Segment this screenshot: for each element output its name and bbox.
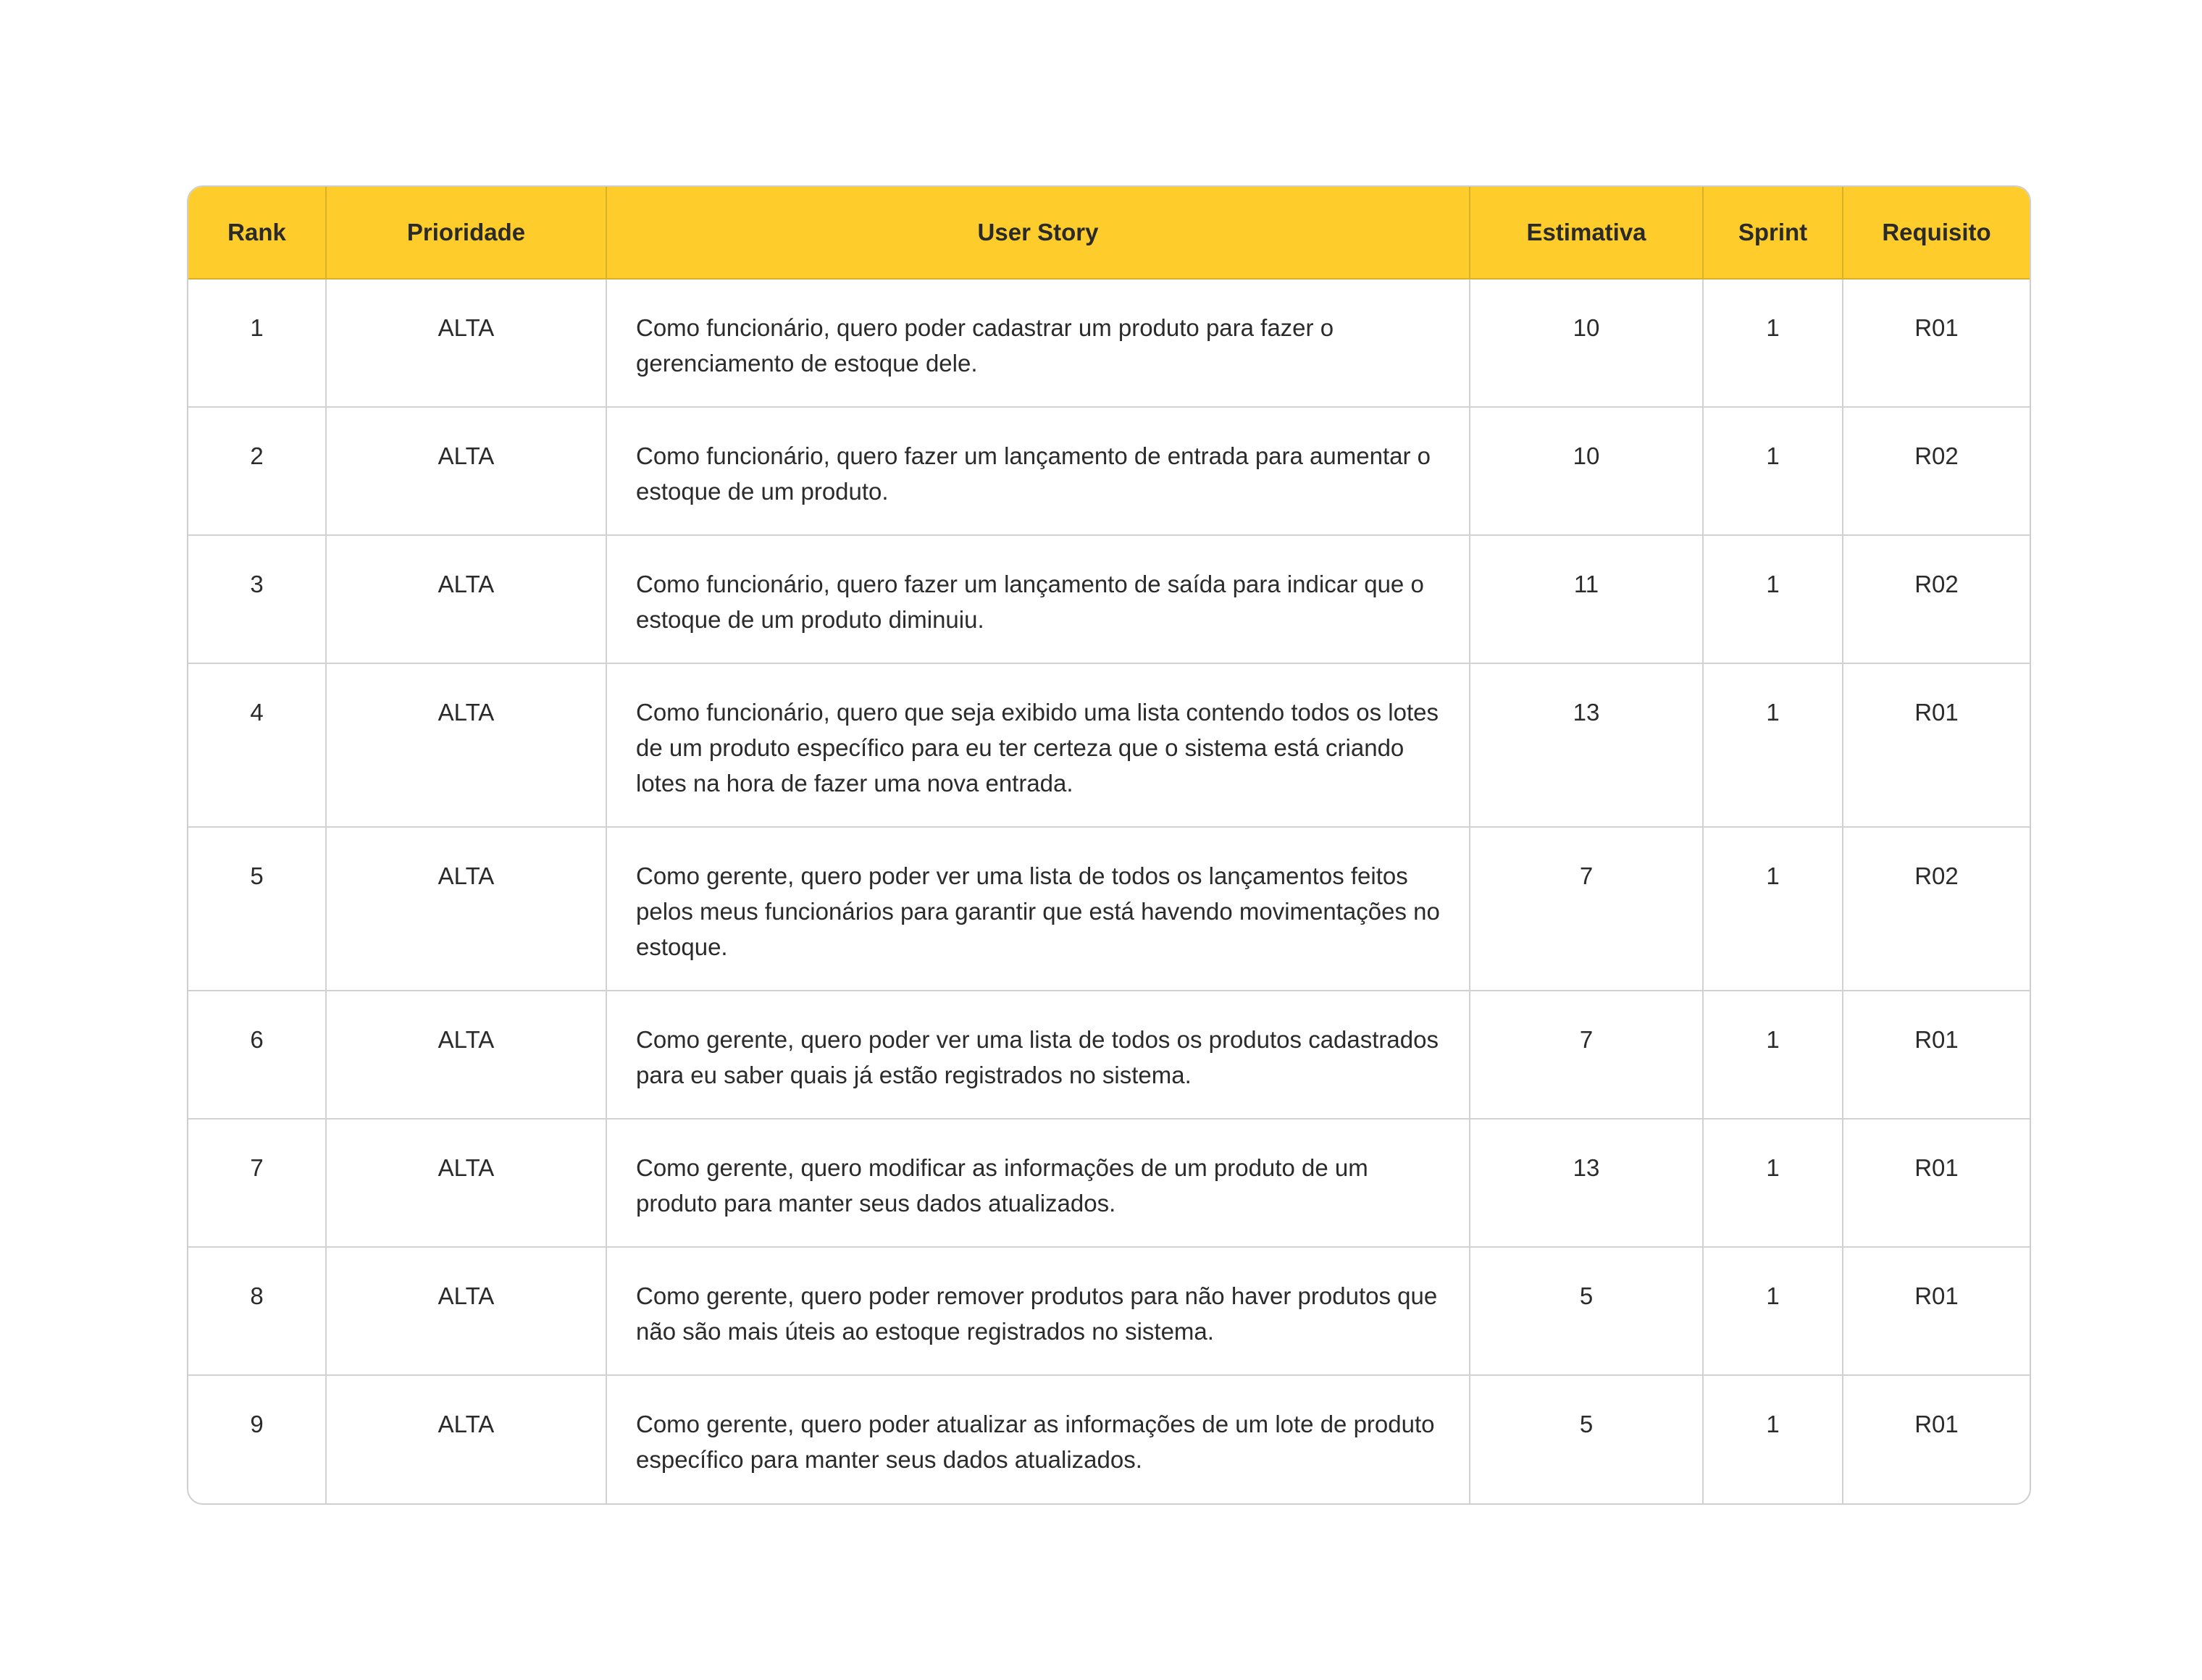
cell-user-story: Como gerente, quero modificar as informa…	[606, 1119, 1470, 1248]
header-estimativa: Estimativa	[1470, 187, 1704, 280]
cell-estimativa: 10	[1470, 407, 1704, 536]
cell-rank: 3	[188, 535, 327, 664]
cell-prioridade: ALTA	[326, 827, 607, 991]
table-row: 1 ALTA Como funcionário, quero poder cad…	[188, 279, 2030, 408]
table-row: 7 ALTA Como gerente, quero modificar as …	[188, 1119, 2030, 1248]
table-row: 9 ALTA Como gerente, quero poder atualiz…	[188, 1375, 2030, 1503]
cell-user-story: Como funcionário, quero fazer um lançame…	[606, 407, 1470, 536]
cell-rank: 6	[188, 991, 327, 1120]
cell-prioridade: ALTA	[326, 1247, 607, 1376]
cell-user-story: Como gerente, quero poder ver uma lista …	[606, 827, 1470, 991]
cell-sprint: 1	[1703, 407, 1843, 536]
cell-sprint: 1	[1703, 1119, 1843, 1248]
cell-rank: 9	[188, 1375, 327, 1503]
table-row: 5 ALTA Como gerente, quero poder ver uma…	[188, 827, 2030, 991]
cell-rank: 1	[188, 279, 327, 408]
table-row: 8 ALTA Como gerente, quero poder remover…	[188, 1247, 2030, 1376]
cell-rank: 7	[188, 1119, 327, 1248]
cell-prioridade: ALTA	[326, 1119, 607, 1248]
cell-prioridade: ALTA	[326, 1375, 607, 1503]
cell-rank: 4	[188, 663, 327, 828]
cell-user-story: Como funcionário, quero fazer um lançame…	[606, 535, 1470, 664]
cell-user-story: Como gerente, quero poder remover produt…	[606, 1247, 1470, 1376]
cell-requisito: R01	[1843, 1247, 2030, 1376]
cell-rank: 5	[188, 827, 327, 991]
cell-user-story: Como gerente, quero poder atualizar as i…	[606, 1375, 1470, 1503]
cell-prioridade: ALTA	[326, 663, 607, 828]
cell-estimativa: 5	[1470, 1247, 1704, 1376]
cell-estimativa: 7	[1470, 827, 1704, 991]
cell-estimativa: 11	[1470, 535, 1704, 664]
cell-requisito: R01	[1843, 1119, 2030, 1248]
cell-prioridade: ALTA	[326, 407, 607, 536]
cell-requisito: R01	[1914, 1411, 1959, 1437]
cell-requisito: R02	[1843, 535, 2030, 664]
header-prioridade: Prioridade	[326, 187, 607, 280]
cell-requisito: R02	[1843, 827, 2030, 991]
cell-prioridade: ALTA	[326, 279, 607, 408]
cell-requisito: R01	[1843, 663, 2030, 828]
cell-requisito: R01	[1843, 279, 2030, 408]
table-row: 6 ALTA Como gerente, quero poder ver uma…	[188, 991, 2030, 1120]
cell-prioridade: ALTA	[326, 991, 607, 1120]
header-user-story: User Story	[606, 187, 1470, 280]
cell-sprint: 1	[1703, 827, 1843, 991]
cell-estimativa: 13	[1470, 1119, 1704, 1248]
cell-sprint: 1	[1703, 1247, 1843, 1376]
cell-rank: 8	[188, 1247, 327, 1376]
cell-sprint: 1	[1703, 1375, 1843, 1503]
cell-requisito: R02	[1843, 407, 2030, 536]
product-backlog-table: Rank Prioridade User Story Estimativa Sp…	[188, 187, 2030, 1503]
backlog-table-container: Rank Prioridade User Story Estimativa Sp…	[187, 185, 2031, 1505]
header-rank: Rank	[188, 187, 327, 280]
table-header-row: Rank Prioridade User Story Estimativa Sp…	[188, 187, 2030, 280]
cell-sprint: 1	[1703, 535, 1843, 664]
cell-requisito: R01	[1843, 991, 2030, 1120]
cell-user-story: Como funcionário, quero que seja exibido…	[606, 663, 1470, 828]
cell-prioridade: ALTA	[326, 535, 607, 664]
cell-estimativa: 5	[1470, 1375, 1704, 1503]
cell-estimativa: 13	[1470, 663, 1704, 828]
table-row: 4 ALTA Como funcionário, quero que seja …	[188, 663, 2030, 828]
cell-estimativa: 10	[1470, 279, 1704, 408]
table-row: 2 ALTA Como funcionário, quero fazer um …	[188, 407, 2030, 536]
cell-rank: 2	[188, 407, 327, 536]
cell-sprint: 1	[1703, 991, 1843, 1120]
cell-user-story: Como funcionário, quero poder cadastrar …	[606, 279, 1470, 408]
cell-estimativa: 7	[1470, 991, 1704, 1120]
table-row: 3 ALTA Como funcionário, quero fazer um …	[188, 535, 2030, 664]
header-requisito: Requisito	[1843, 187, 2030, 280]
cell-sprint: 1	[1703, 663, 1843, 828]
cell-sprint: 1	[1703, 279, 1843, 408]
cell-user-story: Como gerente, quero poder ver uma lista …	[606, 991, 1470, 1120]
header-sprint: Sprint	[1703, 187, 1843, 280]
